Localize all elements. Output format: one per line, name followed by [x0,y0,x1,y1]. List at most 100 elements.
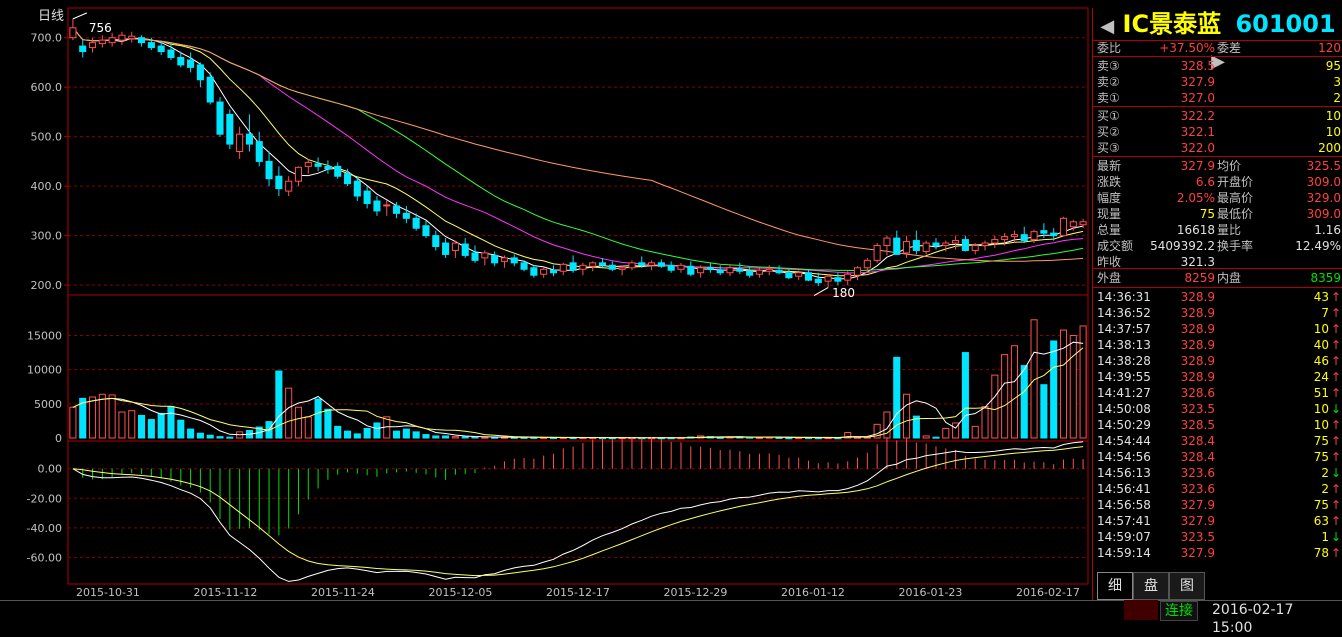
sell-row: 卖② 327.9 3 [1093,74,1342,90]
candle-down [363,190,371,204]
candle-up [677,264,685,270]
tick-time: 14:41:27 [1097,386,1151,400]
up-arrow-icon: ↑ [1330,546,1341,560]
tick-volume: 10 [1313,418,1329,432]
date-axis-label: 2015-12-29 [664,586,728,599]
candle-down [706,267,714,270]
volume-bar-down [961,352,969,439]
tick-time: 14:54:44 [1097,434,1151,448]
down-arrow-icon: ↓ [1330,530,1341,544]
candle-up [1010,234,1018,238]
sell-label: 卖① [1097,91,1120,105]
candle-down [961,239,969,251]
tick-volume: 2 [1321,482,1329,496]
candle-down [393,205,401,214]
candle-down [775,269,783,274]
date-axis-label: 2015-11-24 [311,586,375,599]
volume-bar-down [206,434,214,439]
candle-down [373,200,381,212]
trade-tick-row: 14:38:28 328.9 46 ↑ [1093,353,1342,369]
price-tick-label: 500.0 [31,131,63,144]
tick-volume: 1 [1321,530,1329,544]
trade-tick-row: 14:56:41 323.6 2 ↑ [1093,481,1342,497]
sell-label: 卖② [1097,75,1120,89]
volume-bar-down [932,436,940,439]
volume-bar-down [1040,384,1048,439]
stat-value-2: 12.49% [1295,239,1341,253]
high-annotation: 756 [89,21,112,35]
volume-bar-down [412,431,420,439]
tick-time: 14:36:31 [1097,290,1151,304]
tick-time: 14:57:41 [1097,514,1151,528]
candle-down [314,163,322,167]
down-arrow-icon: ↓ [1330,402,1341,416]
tab-detail[interactable]: 细 [1097,572,1133,600]
ma20-line [72,27,1084,274]
date-axis-label: 2015-12-05 [429,586,493,599]
tick-volume: 75 [1313,434,1329,448]
candle-up [1030,231,1038,241]
up-arrow-icon: ↑ [1330,322,1341,336]
candle-down [353,180,361,197]
candle-up [236,133,244,152]
tick-price: 328.5 [1180,418,1215,432]
connection-status[interactable]: 连接 [1160,601,1198,621]
date-axis-label: 2016-02-17 [1016,586,1080,599]
candle-down [432,235,440,248]
ma30-line [72,27,1084,272]
candle-up [853,267,862,276]
trade-tick-row: 14:59:14 327.9 78 ↑ [1093,545,1342,561]
stat-row: 涨跌 6.6 开盘价 309.0 [1093,174,1342,190]
tick-price: 323.5 [1180,530,1215,544]
candle-down [667,264,675,271]
tick-price: 327.9 [1180,546,1215,560]
up-arrow-icon: ↑ [1330,386,1341,400]
stat-label-2: 开盘价 [1217,175,1254,189]
candle-up [883,237,891,247]
volume-bar-down [422,434,430,439]
volume-bar-up [1010,345,1018,439]
tick-volume: 10 [1313,402,1329,416]
macd-tick-label: -40.00 [27,522,62,535]
up-arrow-icon: ↑ [1330,498,1341,512]
candle-down [932,242,940,247]
date-axis-label: 2015-11-12 [194,586,258,599]
prev-stock-arrow-icon[interactable]: ◀ [1100,16,1114,37]
tab-depth[interactable]: 盘 [1133,572,1169,600]
trade-tick-row: 14:54:56 328.4 75 ↑ [1093,449,1342,465]
candle-up [1001,236,1009,241]
volume-bar-up [971,425,979,439]
candle-up [304,161,312,167]
inner-value: 8359 [1310,271,1341,285]
volume-bar-up [922,435,930,439]
stock-name: IC景泰蓝 [1122,10,1222,38]
stat-row: 总量 16618 量比 1.16 [1093,222,1342,238]
weibi-label: 委比 [1097,41,1122,55]
volume-bar-up [991,374,999,439]
candle-up [873,245,881,261]
buy-price: 322.0 [1180,141,1215,155]
volume-bar-up [304,416,312,439]
stat-value-2: 325.5 [1306,159,1341,173]
volume-bar-down [216,436,224,439]
low-annotation: 180 [832,286,855,300]
tick-price: 328.9 [1180,322,1215,336]
tick-time: 14:50:08 [1097,402,1151,416]
tab-chart[interactable]: 图 [1169,572,1205,600]
candle-up [589,262,597,267]
candle-down [530,267,538,276]
sell-price: 327.9 [1180,75,1215,89]
kline-chart[interactable]: 日线 700.0 600.0 500.0 400.0 300.0 200.0 15000 100… [0,0,1092,600]
candle-up [481,252,489,259]
price-tick-label: 400.0 [31,180,63,193]
date-axis-label: 2016-01-12 [781,586,845,599]
candle-up [383,204,391,207]
price-tick-label: 300.0 [31,230,63,243]
buy-label: 买① [1097,109,1120,123]
stat-row: 最新 327.9 均价 325.5 [1093,158,1342,174]
candle-up [618,267,626,270]
candle-down [598,262,607,266]
tick-price: 323.6 [1180,482,1215,496]
tick-volume: 40 [1313,338,1329,352]
trade-tick-row: 14:37:57 328.9 10 ↑ [1093,321,1342,337]
